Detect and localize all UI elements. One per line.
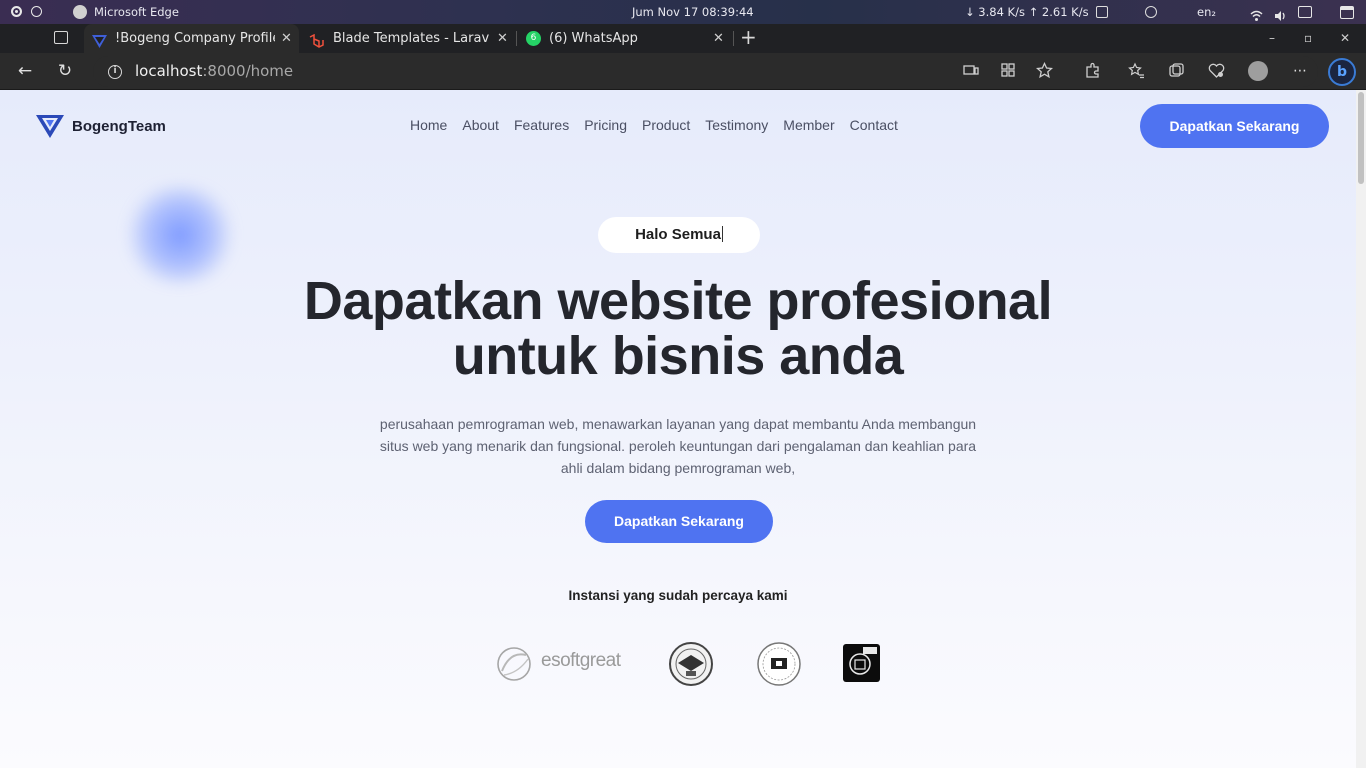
clipboard-icon[interactable] <box>1096 6 1108 18</box>
workspaces-icon[interactable] <box>54 31 68 44</box>
os-active-app-name[interactable]: Microsoft Edge <box>94 0 179 24</box>
trusted-by-title: Instansi yang sudah percaya kami <box>568 588 788 603</box>
bing-copilot-icon[interactable]: b <box>1328 58 1356 86</box>
os-top-bar: Microsoft Edge Jum Nov 17 08:39:44 ↓ 3.8… <box>0 0 1366 24</box>
hero-title-line1: Dapatkan website profesional <box>303 271 1053 331</box>
close-tab-icon[interactable]: ✕ <box>497 24 508 53</box>
greeting-badge: Halo Semua <box>598 217 760 253</box>
nav-home[interactable]: Home <box>410 117 447 133</box>
decorative-blur-blob <box>120 185 240 285</box>
nav-about[interactable]: About <box>462 117 499 133</box>
minimize-window-icon[interactable]: – <box>1269 24 1275 53</box>
record-indicator-icon[interactable] <box>11 6 22 17</box>
whatsapp-icon: 6 <box>526 31 541 46</box>
apps-grid-icon[interactable] <box>1000 62 1018 80</box>
hero-description: perusahaan pemrograman web, menawarkan l… <box>379 416 977 476</box>
keyboard-language[interactable]: en₂ <box>1197 0 1216 24</box>
os-clock[interactable]: Jum Nov 17 08:39:44 <box>632 0 754 24</box>
close-tab-icon[interactable]: ✕ <box>281 24 292 53</box>
url-text[interactable]: localhost:8000/home <box>135 56 293 87</box>
favorites-list-icon[interactable] <box>1128 62 1146 80</box>
scrollbar-thumb[interactable] <box>1358 92 1364 184</box>
typing-caret <box>721 226 723 242</box>
hero-title: Dapatkan website profesional untuk bisni… <box>200 274 1156 384</box>
close-window-icon[interactable]: ✕ <box>1340 24 1350 53</box>
profile-avatar[interactable] <box>1248 61 1268 81</box>
nav-pricing[interactable]: Pricing <box>584 117 627 133</box>
page-scrollbar[interactable] <box>1356 90 1366 768</box>
bogeng-logo-icon <box>92 31 107 48</box>
nav-member[interactable]: Member <box>783 117 834 133</box>
page-viewport: BogengTeam Home About Features Pricing P… <box>0 90 1356 768</box>
get-started-button-hero[interactable]: Dapatkan Sekarang <box>585 500 773 543</box>
partner-square-logo <box>843 644 880 682</box>
hero-title-line2: untuk bisnis anda <box>452 326 904 386</box>
tab-bogeng-company-profile[interactable]: !Bogeng Company Profile ✕ <box>84 24 299 53</box>
edge-app-icon <box>73 5 87 19</box>
extensions-icon[interactable] <box>1084 62 1102 80</box>
back-arrow-icon[interactable]: ← <box>15 61 35 81</box>
more-menu-icon[interactable]: ⋯ <box>1290 61 1310 81</box>
brand-name: BogengTeam <box>72 117 166 135</box>
collections-icon[interactable] <box>1168 62 1186 80</box>
site-info-icon[interactable]: i <box>108 65 122 79</box>
new-tab-plus-icon[interactable]: + <box>740 27 757 47</box>
url-host: localhost <box>135 62 203 80</box>
status-face-icon[interactable] <box>1145 6 1157 18</box>
bogeng-logo-icon <box>36 112 64 140</box>
os-network-speed: ↓ 3.84 K/s ↑ 2.61 K/s <box>965 5 1089 19</box>
tab-label: !Bogeng Company Profile <box>115 31 275 46</box>
device-cast-icon[interactable] <box>963 62 981 80</box>
nav-features[interactable]: Features <box>514 117 569 133</box>
reload-icon[interactable]: ↻ <box>55 61 75 81</box>
laravel-icon <box>309 31 324 48</box>
favorite-star-icon[interactable] <box>1035 61 1054 80</box>
main-navigation: Home About Features Pricing Product Test… <box>410 117 913 133</box>
nav-testimony[interactable]: Testimony <box>705 117 768 133</box>
partner-seal-logo <box>668 641 714 687</box>
browser-toolbar: ← ↻ i localhost:8000/home ⋯ b <box>0 53 1366 90</box>
nav-product[interactable]: Product <box>642 117 690 133</box>
close-tab-icon[interactable]: ✕ <box>713 24 724 53</box>
url-path: :8000/home <box>202 62 294 80</box>
tab-label: Blade Templates - Laravel <box>333 31 489 46</box>
system-menu-icon[interactable] <box>1340 6 1354 19</box>
wifi-icon[interactable] <box>1250 6 1263 21</box>
nav-contact[interactable]: Contact <box>850 117 898 133</box>
browser-essentials-icon[interactable] <box>1208 62 1226 80</box>
greeting-text: Halo Semua <box>635 226 721 243</box>
browser-tab-strip: !Bogeng Company Profile ✕ Blade Template… <box>0 24 1366 53</box>
volume-icon[interactable] <box>1274 6 1286 21</box>
tab-blade-templates[interactable]: Blade Templates - Laravel ✕ <box>300 24 515 53</box>
site-brand[interactable]: BogengTeam <box>36 112 166 140</box>
esoftgreat-logo-text: esoftgreat <box>541 650 621 671</box>
tab-divider <box>733 31 734 46</box>
partner-journalism-logo <box>756 641 802 687</box>
battery-icon[interactable] <box>1298 6 1312 18</box>
get-started-button-top[interactable]: Dapatkan Sekarang <box>1140 104 1329 148</box>
tab-label: (6) WhatsApp <box>549 31 638 46</box>
tab-whatsapp[interactable]: 6 (6) WhatsApp ✕ <box>517 24 732 53</box>
maximize-window-icon[interactable]: ▫ <box>1304 24 1312 53</box>
circle-indicator-icon[interactable] <box>31 6 42 17</box>
